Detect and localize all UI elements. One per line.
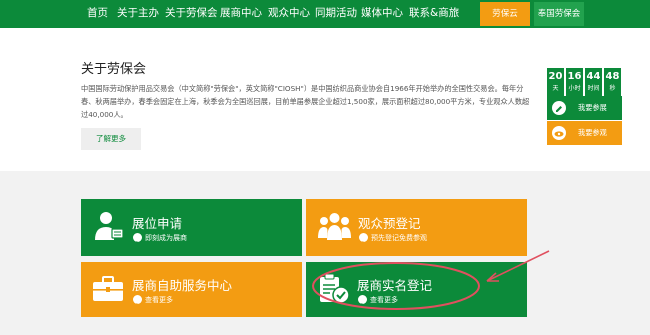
annotation-overlay: [312, 250, 550, 310]
annotation-arrow: [486, 250, 550, 282]
highlight-ellipse: [312, 262, 480, 310]
annotation-arrowhead: [486, 272, 499, 282]
